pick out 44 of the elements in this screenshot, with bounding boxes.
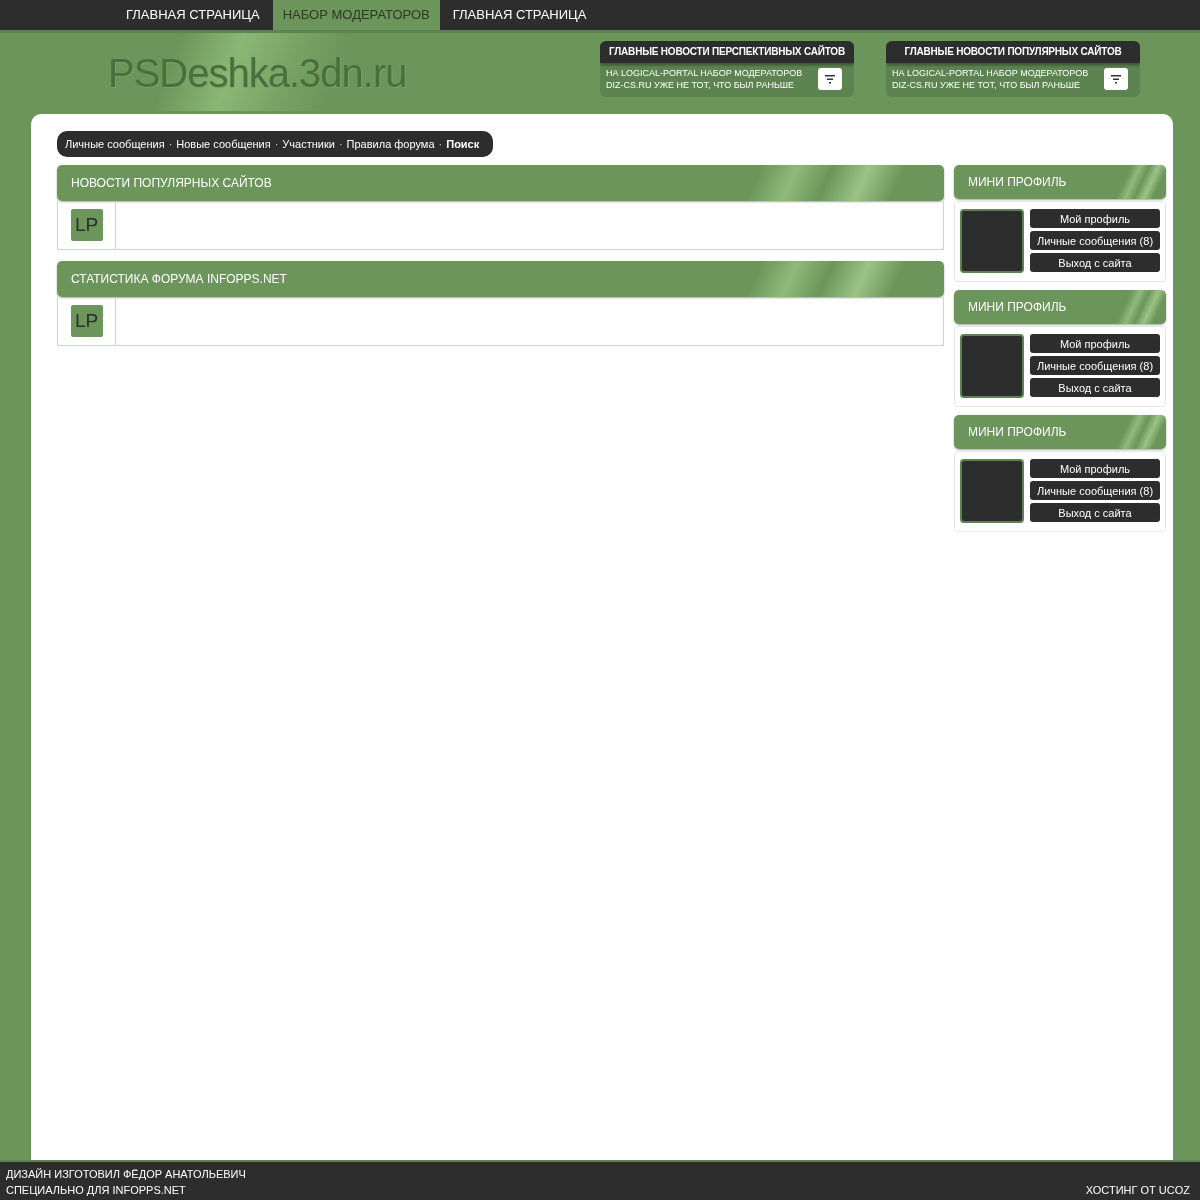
- profile-button[interactable]: Личные сообщения (8): [1030, 481, 1160, 500]
- news-title: ГЛАВНЫЕ НОВОСТИ ПЕРСПЕКТИВНЫХ САЙТОВ: [600, 41, 854, 63]
- section-header: МИНИ ПРОФИЛЬ: [954, 165, 1166, 199]
- profile-button[interactable]: Выход с сайта: [1030, 253, 1160, 272]
- filter-button[interactable]: [1104, 68, 1128, 90]
- footer-text: СПЕЦИАЛЬНО ДЛЯ INFOPPS.NET: [6, 1183, 187, 1198]
- breadcrumb-link[interactable]: Поиск: [446, 138, 480, 150]
- hosting-link[interactable]: ХОСТИНГ ОТ UCOZ: [1085, 1182, 1190, 1198]
- profile-button[interactable]: Мой профиль: [1030, 459, 1160, 478]
- breadcrumb-link[interactable]: Правила форума: [346, 138, 435, 150]
- filter-icon: [1111, 74, 1121, 84]
- section-header: МИНИ ПРОФИЛЬ: [954, 415, 1166, 449]
- footer-text: ДИЗАЙН ИЗГОТОВИЛ ФЁДОР АНАТОЛЬЕВИЧ: [6, 1167, 246, 1182]
- avatar-placeholder: [960, 334, 1024, 398]
- breadcrumb-link[interactable]: Участники: [282, 138, 335, 150]
- nav-tab[interactable]: ГЛАВНАЯ СТРАНИЦА: [116, 0, 270, 30]
- section-header: СТАТИСТИКА ФОРУМА INFOPPS.NET: [57, 261, 944, 297]
- news-link[interactable]: DIZ-CS.RU УЖЕ НЕ ТОТ, ЧТО БЫЛ РАНЬШЕ: [606, 79, 803, 91]
- section-header: НОВОСТИ ПОПУЛЯРНЫХ САЙТОВ: [57, 165, 944, 201]
- nav-tab[interactable]: ГЛАВНАЯ СТРАНИЦА: [442, 0, 597, 30]
- profile-button[interactable]: Личные сообщения (8): [1030, 356, 1160, 375]
- avatar-placeholder: [960, 209, 1024, 273]
- separator-dot: ·: [438, 138, 443, 150]
- profile-button[interactable]: Мой профиль: [1030, 334, 1160, 353]
- lp-badge: LP: [70, 305, 103, 337]
- profile-button[interactable]: Выход с сайта: [1030, 503, 1160, 522]
- separator-dot: ·: [274, 138, 279, 150]
- profile-button[interactable]: Личные сообщения (8): [1030, 231, 1160, 250]
- filter-icon: [825, 74, 835, 84]
- filter-button[interactable]: [818, 68, 842, 90]
- nav-tab[interactable]: НАБОР МОДЕРАТОРОВ: [272, 0, 440, 30]
- separator-dot: ·: [338, 138, 343, 150]
- profile-button[interactable]: Выход с сайта: [1030, 378, 1160, 397]
- breadcrumb-link[interactable]: Новые сообщения: [176, 138, 271, 150]
- news-link[interactable]: DIZ-CS.RU УЖЕ НЕ ТОТ, ЧТО БЫЛ РАНЬШЕ: [892, 79, 1089, 91]
- profile-button[interactable]: Мой профиль: [1030, 209, 1160, 228]
- breadcrumb-link[interactable]: Личные сообщения: [65, 138, 165, 150]
- lp-badge: LP: [70, 209, 103, 241]
- news-title: ГЛАВНЫЕ НОВОСТИ ПОПУЛЯРНЫХ САЙТОВ: [886, 41, 1140, 63]
- news-link[interactable]: НА LOGICAL-PORTAL НАБОР МОДЕРАТОРОВ: [606, 67, 803, 79]
- section-header: МИНИ ПРОФИЛЬ: [954, 290, 1166, 324]
- news-link[interactable]: НА LOGICAL-PORTAL НАБОР МОДЕРАТОРОВ: [892, 67, 1089, 79]
- separator-dot: ·: [168, 138, 173, 150]
- avatar-placeholder: [960, 459, 1024, 523]
